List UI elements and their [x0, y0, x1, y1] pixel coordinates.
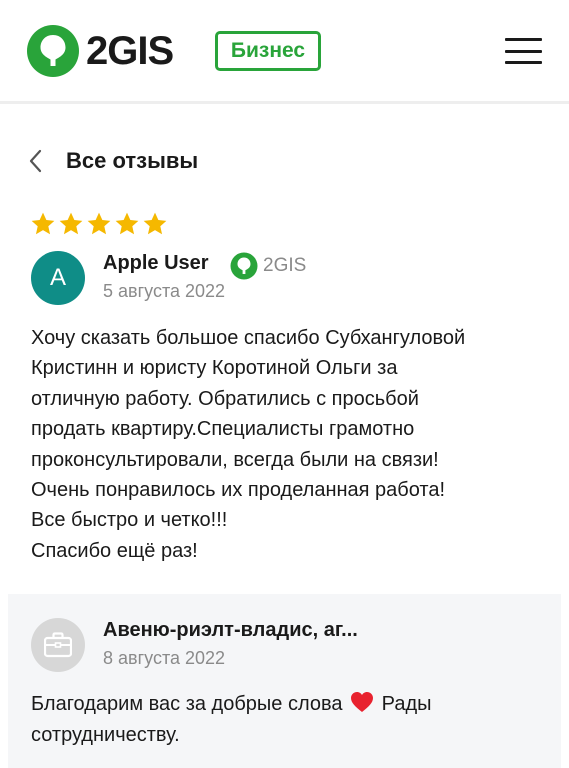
- business-badge[interactable]: Бизнес: [215, 31, 321, 71]
- 2gis-logo-icon: [27, 25, 79, 77]
- reply-text-line: сотрудничеству.: [31, 724, 180, 746]
- reply-author[interactable]: Авеню-риэлт-владис, аг...: [103, 619, 358, 642]
- reply-text-line: Благодарим вас за добрые слова Рады: [31, 689, 546, 720]
- 2gis-logo[interactable]: 2GIS: [26, 24, 174, 78]
- review-date: 5 августа 2022: [103, 281, 226, 301]
- review-text-line: Спасибо ещё раз!: [31, 539, 198, 562]
- review-source: 2GIS: [230, 252, 306, 280]
- review-author[interactable]: Apple User: [103, 252, 209, 275]
- page-title: Все отзывы: [66, 148, 199, 173]
- review-text-line: проконсультировали, всегда были на связи…: [31, 448, 439, 471]
- review-text-line: продать квартиру.Специалисты грамотно: [31, 418, 415, 441]
- review-text-line: отличную работу. Обратились с просьбой: [31, 387, 419, 410]
- reply-date: 8 августа 2022: [103, 648, 226, 668]
- briefcase-icon: [44, 632, 72, 658]
- reply-text: Благодарим вас за добрые слова Рады сотр…: [31, 689, 546, 751]
- source-label: 2GIS: [263, 255, 307, 276]
- reply-text-part: Рады: [381, 693, 432, 715]
- review-text-line: Кристинн и юристу Коротиной Ольги за: [31, 357, 398, 380]
- star-icon: [143, 212, 167, 235]
- review-text-line: Хочу сказать большое спасибо Субхангулов…: [31, 327, 466, 349]
- star-icon: [31, 212, 55, 235]
- chevron-left-icon[interactable]: [28, 148, 44, 174]
- review-text-line: Все быстро и четко!!!: [31, 509, 228, 532]
- company-avatar: [31, 618, 85, 672]
- avatar: A: [31, 251, 85, 305]
- logo-text: 2GIS: [86, 29, 174, 73]
- heart-emoji-icon: [351, 692, 374, 712]
- review-text-line: Очень понравилось их проделанная работа!: [31, 479, 446, 502]
- rating-stars: [30, 211, 168, 237]
- reply-text-part: Благодарим вас за добрые слова: [31, 693, 343, 715]
- 2gis-source-icon: [230, 252, 258, 280]
- review-text: Хочу сказать большое спасибо Субхангулов…: [31, 323, 546, 566]
- star-icon: [59, 212, 83, 235]
- star-icon: [87, 212, 111, 235]
- star-icon: [115, 212, 139, 235]
- back-navigation[interactable]: Все отзывы: [28, 144, 198, 178]
- hamburger-menu-icon[interactable]: [505, 38, 542, 64]
- app-header: 2GIS Бизнес: [0, 0, 569, 104]
